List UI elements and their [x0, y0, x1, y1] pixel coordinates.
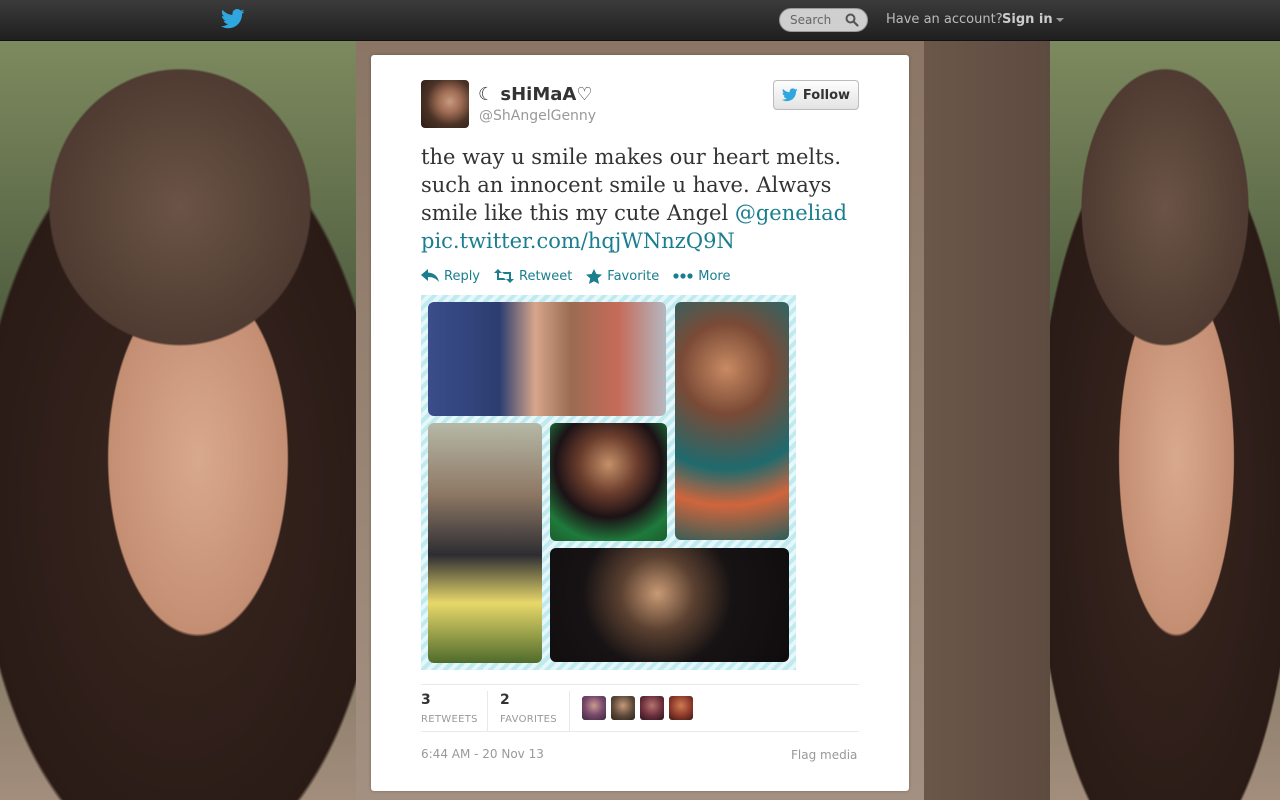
favorite-button[interactable]: Favorite: [586, 266, 659, 286]
tweet-timestamp[interactable]: 6:44 AM - 20 Nov 13: [421, 747, 544, 761]
retweets-label: RETWEETS: [421, 714, 478, 725]
sign-in-label: Sign in: [1002, 12, 1053, 27]
favorite-star-icon: [586, 268, 603, 284]
collage-photo: [550, 548, 789, 662]
collage-photo: [428, 302, 666, 416]
retweets-stat[interactable]: 3 RETWEETS: [421, 691, 488, 731]
avatar[interactable]: [611, 696, 635, 720]
retweet-icon: [494, 269, 515, 283]
caret-down-icon: [1055, 17, 1064, 22]
background-photo-right: [1050, 40, 1280, 800]
tweet-text: the way u smile makes our heart melts. s…: [421, 143, 861, 255]
reply-label: Reply: [444, 268, 481, 284]
avatar[interactable]: [669, 696, 693, 720]
reply-button[interactable]: Reply: [421, 266, 480, 286]
tweet-card: ☾ sHiMaA♡ @ShAngelGenny Follow the way u…: [371, 55, 909, 791]
reply-icon: [421, 269, 439, 282]
tweet-photo-collage[interactable]: [421, 295, 796, 670]
avatar[interactable]: [640, 696, 664, 720]
user-avatars-row: [582, 696, 693, 720]
sign-in-dropdown[interactable]: Sign in: [1002, 12, 1064, 27]
divider: [421, 731, 859, 732]
search-icon[interactable]: [845, 13, 859, 27]
favorites-stat[interactable]: 2 FAVORITES: [500, 691, 570, 731]
collage-photo: [675, 302, 789, 540]
favorite-label: Favorite: [607, 268, 660, 284]
more-label: More: [698, 268, 731, 284]
screen-name[interactable]: @ShAngelGenny: [479, 108, 596, 124]
collage-photo: [428, 423, 542, 663]
display-name[interactable]: ☾ sHiMaA♡: [478, 84, 592, 105]
avatar[interactable]: [582, 696, 606, 720]
collage-photo: [550, 423, 667, 541]
top-navigation-bar: Have an account? Sign in: [0, 0, 1280, 41]
retweets-count: 3: [421, 692, 431, 708]
twitter-bird-icon[interactable]: [221, 9, 245, 29]
flag-media-link[interactable]: Flag media: [791, 748, 857, 762]
mention-link[interactable]: @geneliad: [735, 201, 847, 225]
divider: [421, 684, 859, 685]
search-box[interactable]: [779, 8, 868, 32]
pic-link[interactable]: pic.twitter.com/hqjWNnzQ9N: [421, 229, 735, 253]
background-photo-left: [0, 40, 360, 800]
favorites-count: 2: [500, 692, 510, 708]
retweet-label: Retweet: [519, 268, 573, 284]
retweet-button[interactable]: Retweet: [494, 266, 572, 286]
follow-button[interactable]: Follow: [773, 80, 859, 110]
more-dots-icon: [673, 273, 693, 279]
tweet-actions: Reply Retweet Favorite More: [421, 266, 730, 286]
favorites-label: FAVORITES: [500, 714, 557, 725]
twitter-bird-icon: [781, 88, 798, 102]
search-input[interactable]: [790, 12, 846, 28]
follow-label: Follow: [802, 87, 851, 103]
more-button[interactable]: More: [673, 266, 730, 286]
avatar[interactable]: [421, 80, 469, 128]
have-account-text: Have an account?: [886, 12, 1003, 27]
